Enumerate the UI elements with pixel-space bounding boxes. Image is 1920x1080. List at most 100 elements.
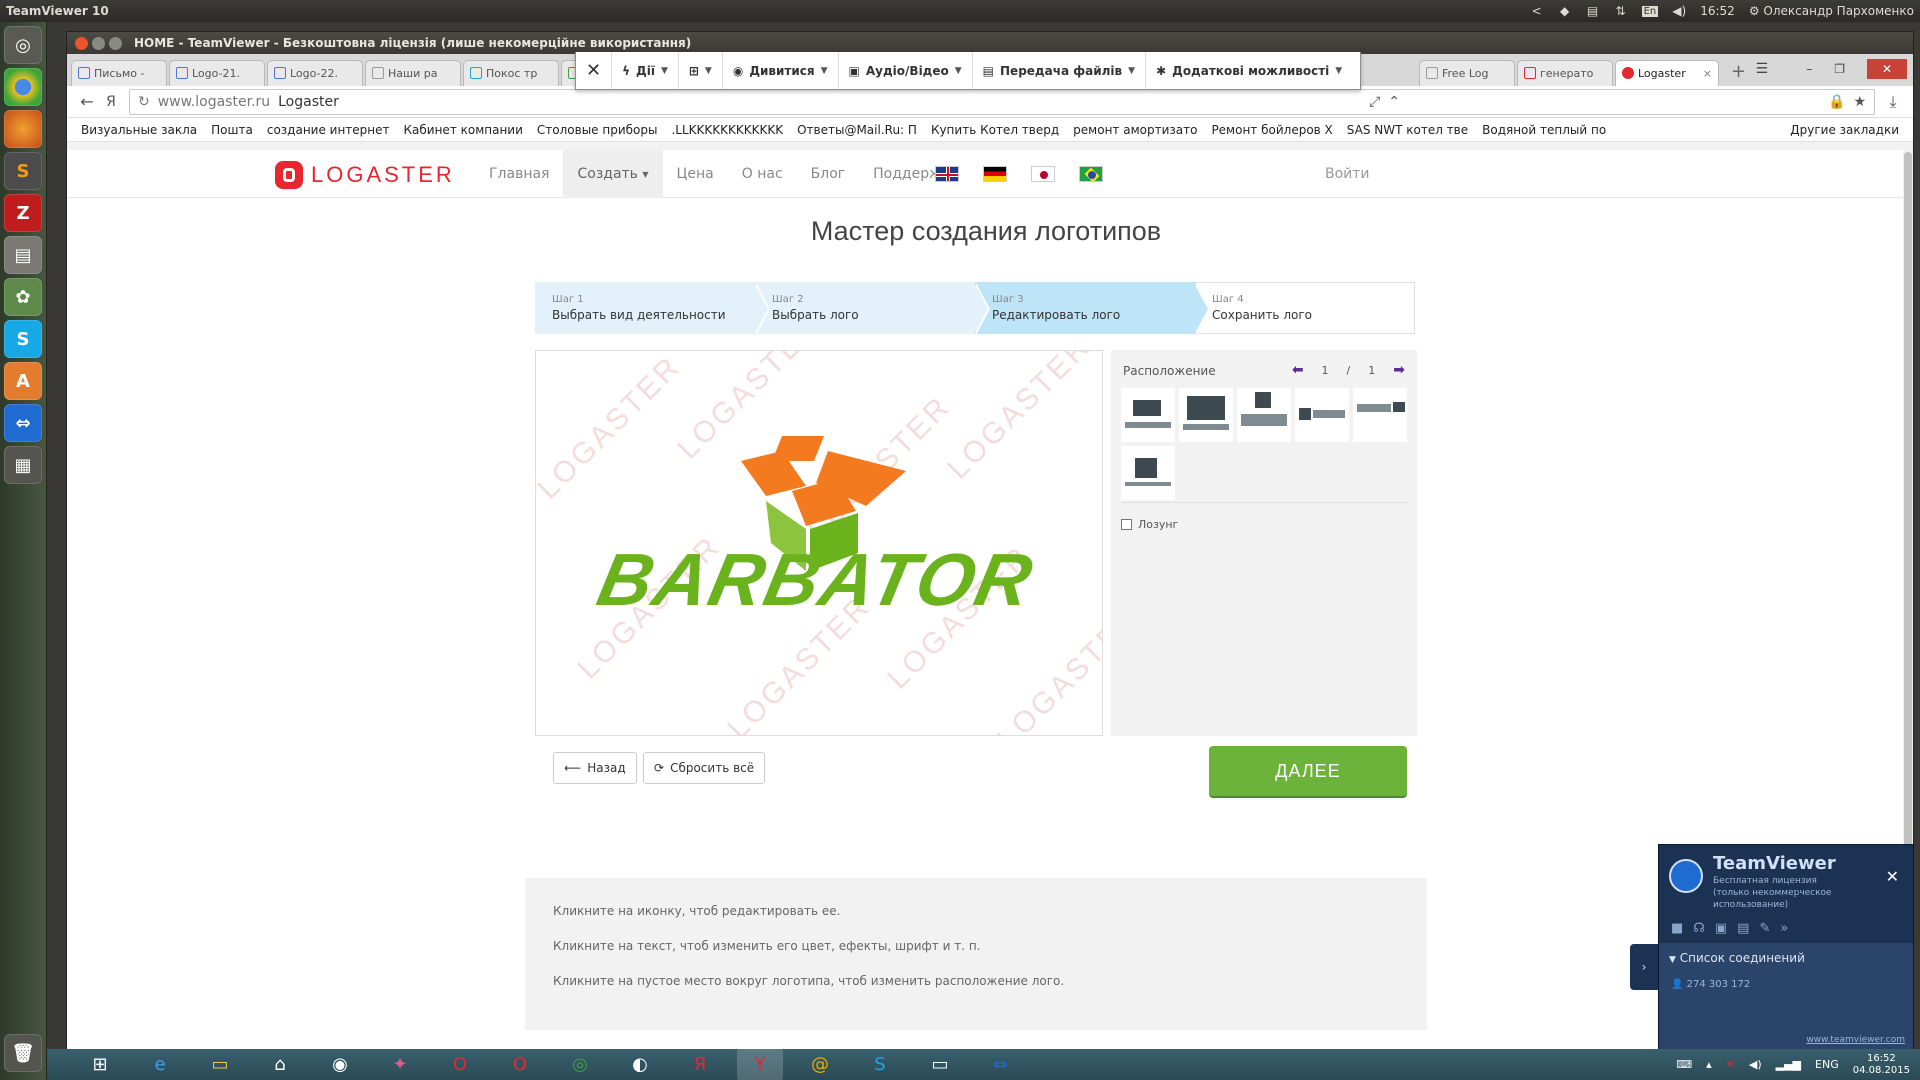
tab-close-icon[interactable]: × <box>1703 67 1712 80</box>
back-button[interactable]: ⟵ Назад <box>553 752 637 784</box>
step-1[interactable]: Шаг 1 Выбрать вид деятельности <box>535 282 770 335</box>
browser-tab[interactable]: Logo-21. <box>169 60 265 86</box>
layout-option-icon-right[interactable] <box>1353 388 1407 442</box>
network-icon[interactable]: ⇅ <box>1614 5 1628 17</box>
bookmark-item[interactable]: .LLKKKKKKKKKKKK <box>671 123 783 137</box>
image-viewer-launcher-icon[interactable]: ✿ <box>4 278 42 316</box>
browser-tab[interactable]: Покос тр <box>463 60 559 86</box>
volume-icon[interactable]: ◀) <box>1749 1058 1762 1071</box>
connection-list-title[interactable]: ▼ Список соединений <box>1659 943 1913 973</box>
back-arrow-icon[interactable]: ← <box>75 92 99 111</box>
germany-flag-icon[interactable] <box>983 166 1007 182</box>
signal-icon[interactable]: ▂▄▆ <box>1776 1058 1801 1071</box>
trash-launcher-icon[interactable]: 🗑 <box>4 1034 42 1072</box>
chat-icon[interactable]: ▣ <box>1715 921 1727 936</box>
opera-icon[interactable]: O <box>437 1049 483 1080</box>
teamviewer-panel-collapse-button[interactable]: › <box>1630 944 1658 990</box>
audio-icon[interactable]: ◐ <box>617 1049 663 1080</box>
software-center-launcher-icon[interactable]: A <box>4 362 42 400</box>
new-tab-button[interactable]: + <box>1721 61 1756 86</box>
yandex-icon[interactable]: Я <box>99 94 123 110</box>
file-manager-launcher-icon[interactable]: ▤ <box>4 236 42 274</box>
arrow-left-icon[interactable]: ⬅ <box>1292 362 1304 378</box>
yandex-browser-taskbar-icon[interactable]: Y <box>737 1049 783 1080</box>
skype-launcher-icon[interactable]: S <box>4 320 42 358</box>
share-icon[interactable]: < <box>1530 5 1544 17</box>
login-link[interactable]: Войти <box>1325 166 1370 182</box>
next-button[interactable]: ДАЛЕЕ <box>1209 746 1407 798</box>
chevron-up-icon[interactable]: ⌃ <box>1388 94 1400 110</box>
step-3[interactable]: Шаг 3 Редактировать лого <box>975 282 1210 335</box>
url-field[interactable]: ↻ www.logaster.ru Logaster ⤢ ⌃ 🔒 ★ <box>129 88 1875 115</box>
paint-icon[interactable]: ✦ <box>377 1049 423 1080</box>
layout-option-icon-above-small[interactable] <box>1121 446 1175 500</box>
pen-icon[interactable]: ✎ <box>1759 921 1770 936</box>
browser-tab[interactable]: Письмо - <box>71 60 167 86</box>
volume-icon[interactable]: ◀) <box>1672 5 1686 17</box>
session-menu[interactable]: ⚙ Олександр Пархоменко <box>1749 4 1914 18</box>
home-icon[interactable]: ⌂ <box>257 1049 303 1080</box>
bookmark-item[interactable]: Кабинет компании <box>404 123 523 137</box>
workspaces-launcher-icon[interactable]: ▦ <box>4 446 42 484</box>
view-menu[interactable]: ◉ Дивитися ▼ <box>723 52 839 89</box>
logo-canvas[interactable]: LOGASTER LOGASTER LOGASTER LOGASTER LOGA… <box>535 350 1103 736</box>
actions-menu[interactable]: ϟ Дії ▼ <box>612 52 679 89</box>
browser-tab[interactable]: Наши ра <box>365 60 461 86</box>
extras-menu[interactable]: ✱ Додаткові можливості ▼ <box>1146 52 1352 89</box>
layout-option-icon-left[interactable] <box>1295 388 1349 442</box>
nav-about[interactable]: О нас <box>728 150 797 198</box>
start-icon[interactable]: ⊞ <box>77 1049 123 1080</box>
browser-restore-button[interactable]: ❐ <box>1834 62 1845 76</box>
japan-flag-icon[interactable] <box>1031 166 1055 182</box>
tray-expand-icon[interactable]: ▴ <box>1706 1058 1712 1071</box>
bookmark-star-icon[interactable]: ★ <box>1853 94 1866 110</box>
media-player-icon[interactable]: ◉ <box>317 1049 363 1080</box>
browser-minimize-button[interactable]: – <box>1806 62 1812 76</box>
other-bookmarks[interactable]: Другие закладки <box>1790 123 1899 137</box>
panel-clock[interactable]: 16:52 <box>1700 4 1735 18</box>
firefox-launcher-icon[interactable] <box>4 110 42 148</box>
fullscreen-icon[interactable]: ⤢ <box>1369 94 1380 110</box>
browser-close-button[interactable]: ✕ <box>1867 59 1907 79</box>
teamviewer-launcher-icon[interactable]: ⇔ <box>4 404 42 442</box>
skype-taskbar-icon[interactable]: S <box>857 1049 903 1080</box>
step-2[interactable]: Шаг 2 Выбрать лого <box>755 282 990 335</box>
bookmark-item[interactable]: Купить Котел тверд <box>931 123 1059 137</box>
sublime-launcher-icon[interactable]: S <box>4 152 42 190</box>
opera-alt-icon[interactable]: O <box>497 1049 543 1080</box>
reload-icon[interactable]: ↻ <box>138 94 150 110</box>
yandex-taskbar-icon[interactable]: Я <box>677 1049 723 1080</box>
bookmark-item[interactable]: Визуальные закла <box>81 123 197 137</box>
keyboard-layout-indicator[interactable]: En <box>1641 5 1659 17</box>
teamviewer-taskbar-icon[interactable]: ⇔ <box>977 1049 1023 1080</box>
printer-icon[interactable]: ▤ <box>1586 5 1600 17</box>
network-alert-icon[interactable]: ✕ <box>1726 1058 1735 1071</box>
close-session-button[interactable]: ✕ <box>576 52 613 89</box>
headset-icon[interactable]: ☊ <box>1693 921 1705 936</box>
slogan-checkbox[interactable] <box>1121 519 1132 530</box>
bookmark-item[interactable]: Столовые приборы <box>537 123 658 137</box>
dash-home-icon[interactable]: ◎ <box>4 26 42 64</box>
windows-menu[interactable]: ⊞ ▼ <box>679 52 723 89</box>
bookmark-item[interactable]: ремонт амортизато <box>1073 123 1197 137</box>
nav-create[interactable]: Создать ▼ <box>563 150 663 198</box>
brand-name-text[interactable]: BARBATOR <box>557 537 1075 622</box>
chrome-taskbar-icon[interactable]: ◎ <box>557 1049 603 1080</box>
chrome-launcher-icon[interactable] <box>4 68 42 106</box>
bookmark-item[interactable]: Пошта <box>211 123 253 137</box>
keyboard-icon[interactable]: ⌨ <box>1676 1058 1692 1071</box>
bookmark-item[interactable]: Ремонт бойлеров Х <box>1211 123 1332 137</box>
layout-option-icon-above-text[interactable] <box>1121 388 1175 442</box>
nav-home[interactable]: Главная <box>475 150 563 198</box>
audio-video-menu[interactable]: ▣ Аудіо/Відео ▼ <box>839 52 973 89</box>
minimize-window-button[interactable] <box>92 36 105 50</box>
maximize-window-button[interactable] <box>109 36 122 50</box>
nav-blog[interactable]: Блог <box>797 150 859 198</box>
more-icon[interactable]: » <box>1780 921 1788 936</box>
mail-agent-icon[interactable]: @ <box>797 1049 843 1080</box>
reset-button[interactable]: ⟳ Сбросить всё <box>643 752 766 784</box>
bookmark-item[interactable]: создание интернет <box>267 123 390 137</box>
layout-option-large-icon[interactable] <box>1179 388 1233 442</box>
explorer-icon[interactable]: ▭ <box>197 1049 243 1080</box>
layout-option-tall-text[interactable] <box>1237 388 1291 442</box>
